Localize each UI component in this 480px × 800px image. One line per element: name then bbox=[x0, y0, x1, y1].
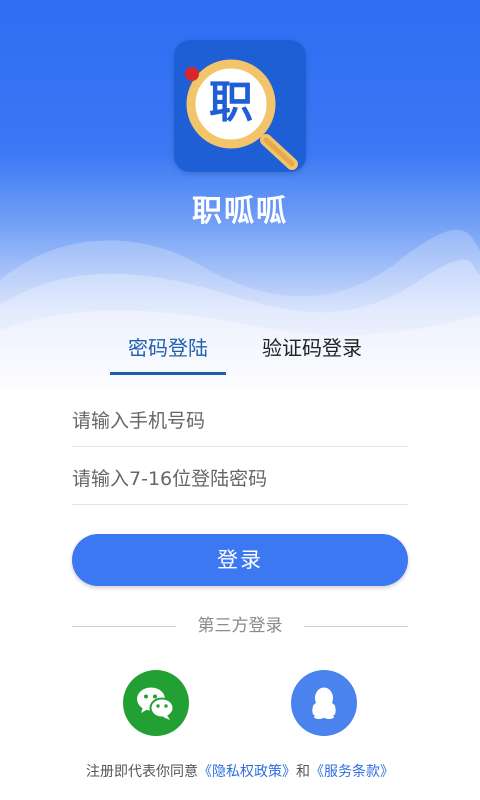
agreement-conjunction: 和 bbox=[296, 764, 310, 780]
agreement-text: 注册即代表你同意《隐私权政策》和《服务条款》 bbox=[0, 760, 480, 784]
app-title: 职呱呱 bbox=[192, 194, 288, 229]
third-party-label: 第三方登录 bbox=[197, 616, 283, 636]
qq-icon bbox=[312, 687, 336, 719]
wechat-icon bbox=[137, 687, 175, 720]
phone-input[interactable] bbox=[72, 396, 408, 447]
login-button[interactable]: 登录 bbox=[72, 534, 408, 586]
active-tab-indicator bbox=[110, 372, 226, 375]
logo-character: 职 bbox=[209, 77, 253, 128]
terms-of-service-link[interactable]: 《服务条款》 bbox=[310, 764, 394, 780]
login-screen: 职 职呱呱 密码登陆 验证码登录 登录 第三方登录 注册即代表你同意《隐私权政策… bbox=[0, 0, 480, 800]
app-logo: 职 bbox=[174, 40, 306, 172]
divider-left bbox=[72, 626, 176, 627]
tab-password-login[interactable]: 密码登陆 bbox=[110, 330, 226, 366]
divider-right bbox=[304, 626, 408, 627]
qq-login-button[interactable] bbox=[291, 670, 357, 736]
wave-decoration bbox=[0, 229, 480, 400]
tab-code-login[interactable]: 验证码登录 bbox=[254, 330, 370, 366]
privacy-policy-link[interactable]: 《隐私权政策》 bbox=[198, 764, 296, 780]
wechat-login-button[interactable] bbox=[123, 670, 189, 736]
password-input[interactable] bbox=[72, 454, 408, 505]
agreement-prefix: 注册即代表你同意 bbox=[86, 764, 198, 780]
